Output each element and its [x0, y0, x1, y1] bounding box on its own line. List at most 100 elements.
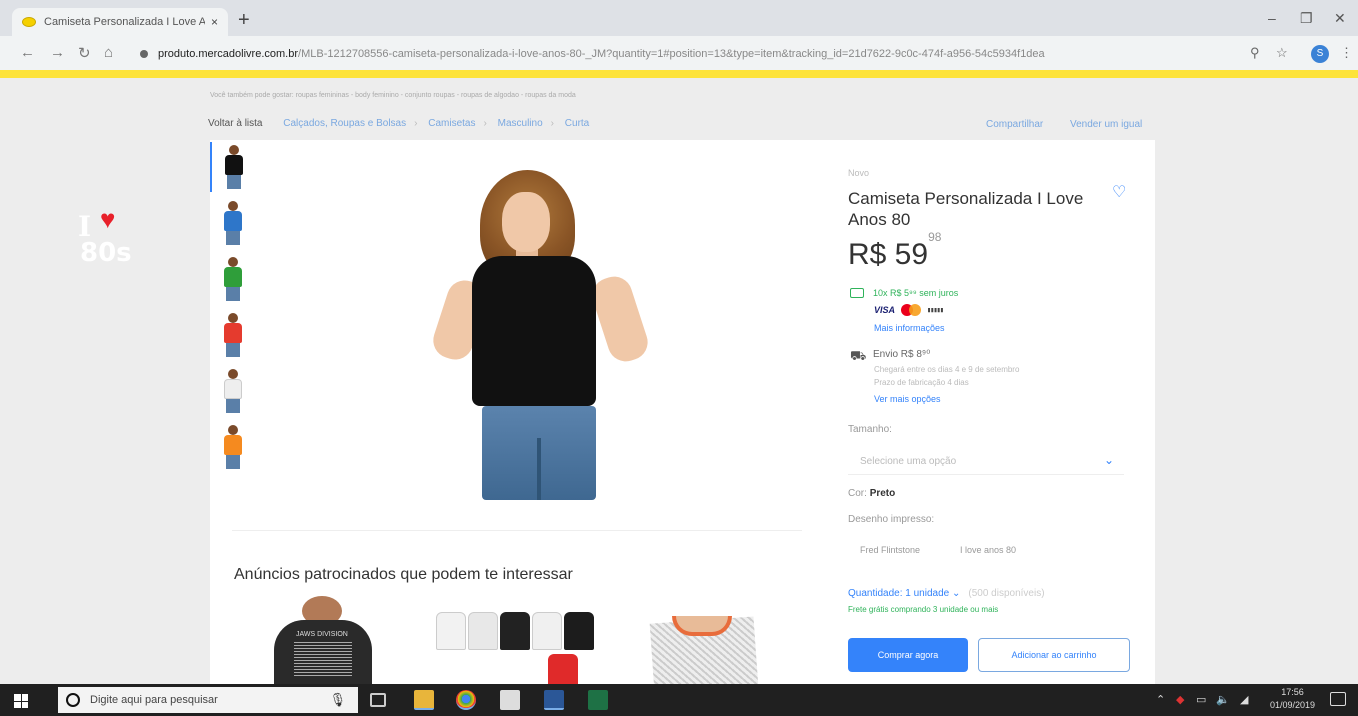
profile-avatar[interactable]: S — [1311, 45, 1329, 63]
sponsored-ad-1[interactable]: JAWS DIVISION — [254, 596, 392, 684]
breadcrumb: Voltar à lista Calçados, Roupas e Bolsas… — [208, 118, 590, 129]
network-icon[interactable]: ◢ — [1240, 693, 1248, 706]
taskbar-search-box[interactable]: Digite aqui para pesquisar 🎙 — [58, 687, 358, 713]
sponsored-ads-heading: Anúncios patrocinados que podem te inter… — [234, 566, 573, 583]
breadcrumb-item[interactable]: Masculino — [498, 118, 543, 129]
thumbnail-orange[interactable] — [210, 422, 255, 472]
sponsored-ad-2[interactable] — [436, 596, 606, 684]
credit-card-icon — [850, 288, 864, 298]
thumbnail-green[interactable] — [210, 254, 255, 304]
brand-header-strip — [0, 70, 1358, 78]
tray-chevron-icon[interactable]: ⌃ — [1156, 693, 1165, 706]
truck-icon: ⛟ — [850, 348, 867, 363]
microphone-icon[interactable]: 🎙 — [329, 692, 346, 708]
related-searches[interactable]: Você também pode gostar: roupas feminina… — [210, 92, 576, 99]
ad1-shirt-text: JAWS DIVISION — [296, 631, 348, 638]
size-label: Tamanho: — [848, 424, 892, 435]
more-shipping-options-link[interactable]: Ver mais opções — [874, 394, 941, 404]
boleto-logo-icon: ▮▮▮▮▮ — [927, 306, 944, 314]
thumbnail-white[interactable] — [210, 366, 255, 416]
menu-kebab-icon[interactable]: ⋮ — [1340, 45, 1353, 61]
price-cents: 98 — [928, 230, 942, 244]
minimize-icon[interactable]: – — [1268, 10, 1276, 26]
divider — [232, 530, 802, 531]
quantity-available: (500 disponíveis) — [968, 588, 1045, 599]
photos-icon[interactable] — [500, 690, 520, 710]
back-to-list-link[interactable]: Voltar à lista — [208, 118, 262, 129]
url-path: /MLB-1212708556-camiseta-personalizada-i… — [298, 48, 1045, 60]
installments-text: 10x R$ 5⁹⁹ sem juros — [873, 288, 959, 298]
clock-date: 01/09/2019 — [1270, 700, 1316, 710]
chevron-down-icon: ⌄ — [951, 588, 961, 599]
size-select-value: Selecione uma opção — [860, 456, 957, 467]
windows-start-icon[interactable] — [14, 694, 28, 708]
product-main-image[interactable] — [428, 170, 660, 500]
taskbar-clock[interactable]: 17:56 01/09/2019 — [1270, 686, 1315, 712]
back-icon[interactable]: ← — [20, 44, 35, 61]
sell-same-link[interactable]: Vender um igual — [1070, 119, 1142, 130]
new-tab-icon[interactable]: + — [238, 10, 250, 30]
bookmark-star-icon[interactable]: ☆ — [1276, 45, 1288, 61]
design-label: Desenho impresso: — [848, 514, 935, 525]
heart-print-icon: ♥ — [100, 204, 116, 234]
size-select[interactable]: Selecione uma opção ⌄ — [848, 449, 1124, 475]
file-explorer-icon[interactable] — [414, 690, 434, 710]
quantity-label: Quantidade: 1 unidade — [848, 588, 950, 599]
breadcrumb-item[interactable]: Camisetas — [428, 118, 475, 129]
page-content: Você também pode gostar: roupas feminina… — [0, 78, 1358, 684]
word-icon[interactable] — [544, 690, 564, 710]
product-condition: Novo — [848, 168, 870, 178]
taskbar-search-placeholder: Digite aqui para pesquisar — [90, 694, 218, 706]
thumbnail-black[interactable] — [210, 142, 255, 192]
shipping-production-time: Prazo de fabricação 4 dias — [874, 378, 969, 387]
payment-methods: VISA ▮▮▮▮▮ — [874, 304, 944, 316]
forward-icon[interactable]: → — [50, 44, 65, 61]
price-main: R$ 59 — [848, 238, 929, 271]
color-row: Cor: Preto — [848, 488, 895, 499]
visa-logo-icon: VISA — [874, 305, 896, 315]
breadcrumb-item[interactable]: Calçados, Roupas e Bolsas — [283, 118, 406, 129]
chevron-down-icon: ⌄ — [1103, 453, 1114, 467]
free-shipping-note: Frete grátis comprando 3 unidade ou mais — [848, 605, 999, 614]
mercadolivre-favicon-icon — [22, 17, 36, 27]
battery-icon[interactable]: ▭ — [1196, 693, 1206, 706]
shipping-eta: Chegará entre os dias 4 e 9 de setembro — [874, 365, 1020, 374]
cortana-icon — [66, 693, 80, 707]
product-price: R$ 5998 — [848, 230, 941, 272]
home-icon[interactable]: ⌂ — [104, 44, 113, 61]
sponsored-ad-3[interactable] — [649, 596, 759, 684]
share-link[interactable]: Compartilhar — [986, 119, 1043, 130]
browser-tab[interactable]: Camiseta Personalizada I Love A... × — [12, 8, 228, 36]
shirt-print-80s: 80s — [80, 238, 132, 268]
add-to-cart-button[interactable]: Adicionar ao carrinho — [978, 638, 1130, 672]
url-host: produto.mercadolivre.com.br — [158, 48, 299, 60]
windows-taskbar: Digite aqui para pesquisar 🎙 ⌃ ◆ ▭ 🔈 ◢ 1… — [0, 684, 1358, 716]
design-option-i-love-80[interactable]: I love anos 80 — [952, 540, 1024, 562]
quantity-selector[interactable]: Quantidade: 1 unidade ⌄ (500 disponíveis) — [848, 588, 1045, 599]
thumbnail-blue[interactable] — [210, 198, 255, 248]
address-bar[interactable]: produto.mercadolivre.com.br /MLB-1212708… — [140, 42, 1190, 66]
mastercard-logo-icon — [901, 304, 922, 316]
search-icon[interactable]: ⚲ — [1250, 45, 1260, 61]
design-option-fred[interactable]: Fred Flintstone — [852, 540, 928, 562]
restore-icon[interactable]: ❐ — [1300, 10, 1313, 27]
antivirus-icon[interactable]: ◆ — [1176, 693, 1184, 706]
chrome-icon[interactable] — [456, 690, 476, 710]
volume-icon[interactable]: 🔈 — [1216, 693, 1230, 706]
favorite-heart-icon[interactable]: ♡ — [1112, 182, 1126, 202]
buy-now-button[interactable]: Comprar agora — [848, 638, 968, 672]
color-value: Preto — [869, 488, 896, 499]
notifications-icon[interactable] — [1330, 692, 1346, 706]
reload-icon[interactable]: ↻ — [78, 44, 91, 62]
color-label: Cor: — [848, 488, 867, 499]
tab-close-icon[interactable]: × — [211, 15, 218, 29]
lock-icon — [140, 50, 148, 58]
more-info-link[interactable]: Mais informações — [874, 323, 945, 333]
close-window-icon[interactable]: ✕ — [1334, 10, 1346, 27]
browser-tabbar: Camiseta Personalizada I Love A... × + –… — [0, 0, 1358, 36]
thumbnail-red[interactable] — [210, 310, 255, 360]
task-view-icon[interactable] — [370, 693, 386, 707]
tab-title: Camiseta Personalizada I Love A... — [44, 16, 205, 28]
breadcrumb-item[interactable]: Curta — [565, 118, 589, 129]
excel-icon[interactable] — [588, 690, 608, 710]
